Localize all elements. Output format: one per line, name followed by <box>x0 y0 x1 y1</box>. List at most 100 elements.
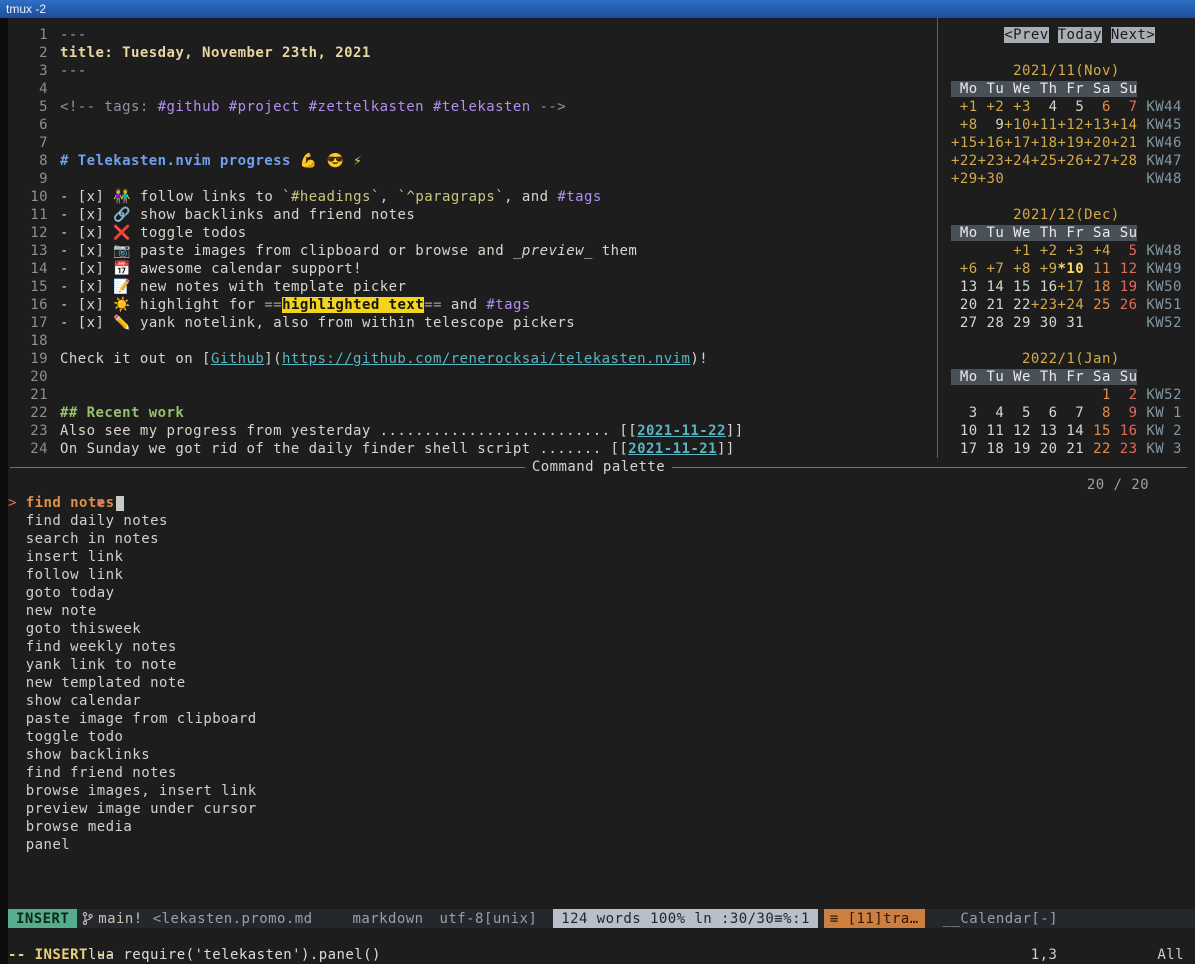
calendar-dates[interactable]: +23+24 <box>1031 297 1084 313</box>
palette-item[interactable]: browse images, insert link <box>8 782 1195 800</box>
calendar-dates[interactable]: 13 14 15 16 <box>951 279 1058 295</box>
calendar-dates[interactable]: 5 <box>1111 243 1138 259</box>
palette-prompt-input[interactable]: > 20 / 20 <box>8 476 1195 494</box>
editor-line[interactable]: 23Also see my progress from yesterday ..… <box>8 422 937 440</box>
calendar-dates[interactable]: 10 11 12 13 14 <box>951 423 1084 439</box>
editor-line[interactable]: 11- [x] 🔗 show backlinks and friend note… <box>8 206 937 224</box>
palette-item[interactable]: toggle todo <box>8 728 1195 746</box>
editor-line[interactable]: 19Check it out on [Github](https://githu… <box>8 350 937 368</box>
editor-line[interactable]: 2title: Tuesday, November 23th, 2021 <box>8 44 937 62</box>
palette-item[interactable]: > find notes <box>8 494 1195 512</box>
palette-item[interactable]: show calendar <box>8 692 1195 710</box>
file-name: <lekasten.promo.md <box>153 909 313 928</box>
calendar-dates[interactable]: +22+23+24+25+26+27+28 <box>951 153 1137 169</box>
note-link-2021-11-21[interactable]: 2021-11-21 <box>628 441 717 457</box>
calendar-dates[interactable]: +29+30 <box>951 171 1004 187</box>
calendar-dates[interactable]: 18 <box>1084 279 1111 295</box>
calendar-dates[interactable]: 20 21 22 <box>951 297 1031 313</box>
palette-item[interactable]: preview image under cursor <box>8 800 1195 818</box>
editor-pane[interactable]: 1---2title: Tuesday, November 23th, 2021… <box>8 18 937 458</box>
palette-item[interactable]: search in notes <box>8 530 1195 548</box>
palette-item[interactable]: insert link <box>8 548 1195 566</box>
calendar-dates[interactable]: 17 18 19 20 21 <box>951 441 1084 457</box>
tag-text: #telekasten <box>433 99 531 115</box>
calendar-dates[interactable]: 4 5 <box>1031 99 1084 115</box>
calendar-dates[interactable]: 27 28 29 30 31 <box>951 315 1084 331</box>
editor-line[interactable]: 10- [x] 👫 follow links to `#headings`, `… <box>8 188 937 206</box>
calendar-dates[interactable]: 15 <box>1084 423 1111 439</box>
editor-line[interactable]: 3--- <box>8 62 937 80</box>
calendar-dates[interactable]: 6 <box>1084 99 1111 115</box>
github-url-link[interactable]: https://github.com/renerocksai/telekaste… <box>282 351 690 367</box>
editor-line[interactable]: 4 <box>8 80 937 98</box>
palette-item[interactable]: new note <box>8 602 1195 620</box>
editor-line[interactable]: 21 <box>8 386 937 404</box>
github-link[interactable]: Github <box>211 351 264 367</box>
calendar-dates[interactable]: 11 <box>1084 261 1111 277</box>
palette-item[interactable]: new templated note <box>8 674 1195 692</box>
calendar-dates[interactable]: 9 <box>978 117 1005 133</box>
editor-line[interactable]: 1--- <box>8 26 937 44</box>
calendar-row: +1 +2 +3 +4 5 KW48 <box>951 242 1195 260</box>
git-branch-name: main! <box>98 911 142 927</box>
palette-item[interactable]: find weekly notes <box>8 638 1195 656</box>
editor-line[interactable]: 17- [x] ✏️ yank notelink, also from with… <box>8 314 937 332</box>
calendar-dates[interactable]: 9 <box>1111 405 1138 421</box>
calendar-dates[interactable]: 7 <box>1111 99 1138 115</box>
line-number: 3 <box>8 62 60 80</box>
palette-item[interactable]: yank link to note <box>8 656 1195 674</box>
calendar-dates[interactable]: +1 +2 +3 <box>951 99 1031 115</box>
calendar-dates[interactable]: 25 <box>1084 297 1111 313</box>
meta-text: == <box>424 297 442 313</box>
calendar-dates[interactable]: 1 <box>1084 387 1111 403</box>
calendar-dates[interactable]: +1 +2 +3 +4 <box>1004 243 1111 259</box>
calendar-dates[interactable]: +8 <box>951 117 978 133</box>
calendar-dates[interactable]: 23 <box>1111 441 1138 457</box>
editor-line[interactable]: 12- [x] ❌ toggle todos <box>8 224 937 242</box>
editor-line[interactable]: 16- [x] ☀️ highlight for ==highlighted t… <box>8 296 937 314</box>
palette-item[interactable]: goto today <box>8 584 1195 602</box>
calendar-prev-button[interactable]: <Prev <box>1004 27 1048 43</box>
calendar-dates[interactable]: 22 <box>1084 441 1111 457</box>
editor-line[interactable]: 5<!-- tags: #github #project #zettelkast… <box>8 98 937 116</box>
editor-line[interactable]: 20 <box>8 368 937 386</box>
palette-results-list: > find notes find daily notes search in … <box>8 494 1195 854</box>
calendar-dates[interactable]: 12 <box>1111 261 1138 277</box>
calendar-dates[interactable]: +15+16+17+18+19+20+21 <box>951 135 1137 151</box>
palette-item[interactable]: paste image from clipboard <box>8 710 1195 728</box>
palette-item[interactable]: find friend notes <box>8 764 1195 782</box>
editor-line[interactable]: 22## Recent work <box>8 404 937 422</box>
calendar-dates[interactable]: 19 <box>1111 279 1138 295</box>
editor-line[interactable]: 8# Telekasten.nvim progress 💪 😎 ⚡ <box>8 152 937 170</box>
calendar-dates[interactable]: 26 <box>1111 297 1138 313</box>
calendar-dates[interactable]: 8 <box>1084 405 1111 421</box>
editor-line[interactable]: 7 <box>8 134 937 152</box>
calendar-dates[interactable]: +6 +7 +8 +9 <box>951 261 1058 277</box>
editor-line[interactable]: 15- [x] 📝 new notes with template picker <box>8 278 937 296</box>
calendar-dates[interactable]: 3 4 5 6 7 <box>951 405 1084 421</box>
editor-line[interactable]: 24On Sunday we got rid of the daily find… <box>8 440 937 458</box>
buffer-tabs[interactable]: ≡ [11]tra… <box>824 909 925 928</box>
calendar-dates[interactable]: 16 <box>1111 423 1138 439</box>
editor-line[interactable]: 14- [x] 📅 awesome calendar support! <box>8 260 937 278</box>
palette-item[interactable]: follow link <box>8 566 1195 584</box>
calendar-today-button[interactable]: Today <box>1058 27 1102 43</box>
editor-line[interactable]: 13- [x] 📷 paste images from clipboard or… <box>8 242 937 260</box>
calendar-pane[interactable]: <Prev Today Next> 2021/11(Nov) Mo Tu We … <box>937 18 1195 458</box>
text-run <box>424 99 433 115</box>
calendar-today-date[interactable]: *10 <box>1058 261 1085 277</box>
editor-line[interactable]: 6 <box>8 116 937 134</box>
palette-item[interactable]: browse media <box>8 818 1195 836</box>
palette-item[interactable]: find daily notes <box>8 512 1195 530</box>
calendar-next-button[interactable]: Next> <box>1111 27 1155 43</box>
calendar-dates[interactable]: 2 <box>1111 387 1138 403</box>
palette-item[interactable]: goto thisweek <box>8 620 1195 638</box>
note-link-2021-11-22[interactable]: 2021-11-22 <box>637 423 726 439</box>
palette-item[interactable]: show backlinks <box>8 746 1195 764</box>
calendar-dates[interactable]: +17 <box>1058 279 1085 295</box>
editor-line[interactable]: 18 <box>8 332 937 350</box>
calendar-dates[interactable]: +10+11+12+13+14 <box>1004 117 1137 133</box>
editor-line[interactable]: 9 <box>8 170 937 188</box>
day-of-week-header: Mo Tu We Th Fr Sa Su <box>951 81 1137 97</box>
palette-item[interactable]: panel <box>8 836 1195 854</box>
